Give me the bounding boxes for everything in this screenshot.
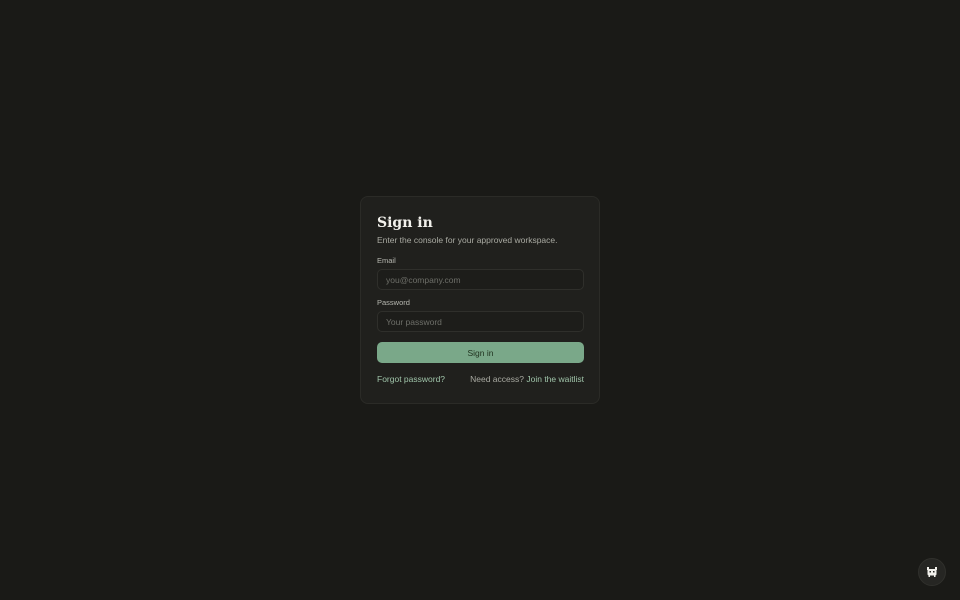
password-label: Password	[377, 298, 410, 307]
signin-links: Forgot password? Need access? Join the w…	[377, 374, 584, 385]
signin-card: Sign in Enter the console for your appro…	[360, 196, 600, 404]
signin-page: Sign in Enter the console for your appro…	[0, 0, 960, 600]
email-field[interactable]	[377, 269, 584, 290]
sign-in-button[interactable]: Sign in	[377, 342, 584, 363]
access-links: Need access? Join the waitlist	[470, 374, 584, 385]
assistant-button[interactable]	[918, 558, 946, 586]
email-label: Email	[377, 256, 396, 265]
forgot-password-link[interactable]: Forgot password?	[377, 374, 445, 385]
access-prompt: Need access?	[470, 374, 524, 384]
password-field[interactable]	[377, 311, 584, 332]
join-waitlist-link[interactable]: Join the waitlist	[526, 374, 584, 384]
page-subtitle: Enter the console for your approved work…	[377, 235, 558, 245]
bot-icon	[927, 567, 937, 577]
page-title: Sign in	[377, 215, 433, 231]
